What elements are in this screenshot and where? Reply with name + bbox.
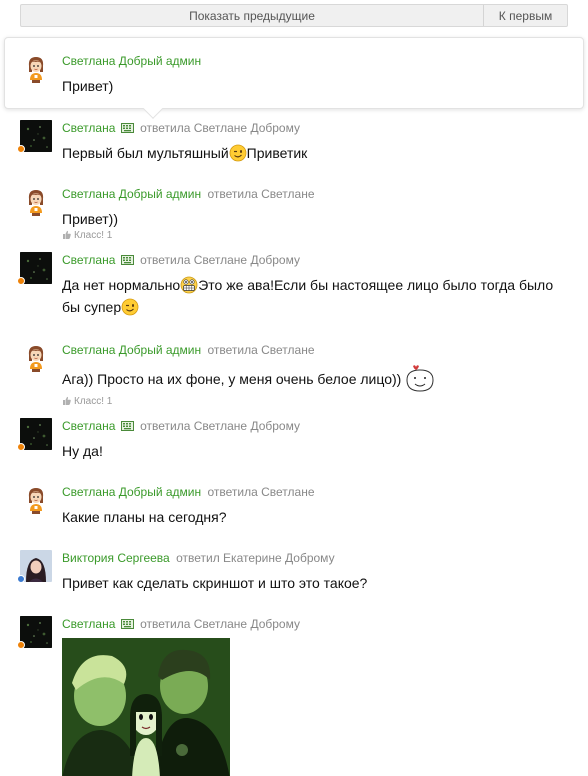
attached-photo[interactable] (62, 638, 230, 776)
online-status-dot (17, 145, 25, 153)
comment-text-part: Ага)) Просто на их фоне, у меня очень бе… (62, 371, 402, 387)
author-link[interactable]: Светлана (62, 121, 115, 135)
author-link[interactable]: Светлана (62, 419, 115, 433)
comment-header: Светлана ответила Светлане Доброму (62, 617, 300, 631)
replied-word: ответила (207, 187, 258, 201)
comment-header: Светлана Добрый админ (62, 54, 201, 68)
like-button[interactable]: Класс! 1 (62, 396, 112, 407)
girl-avatar-icon[interactable] (20, 186, 52, 218)
author-link[interactable]: Виктория Сергеева (62, 551, 170, 565)
kiss-smiley-icon (406, 365, 434, 392)
comment-text: Какие планы на сегодня? (62, 509, 227, 525)
pagination-bar: Показать предыдущие К первым (20, 4, 568, 27)
reply-target-link[interactable]: Светлане Доброму (194, 253, 300, 267)
comment-header: Светлана ответила Светлане Доброму (62, 121, 300, 135)
author-link[interactable]: Светлана Добрый админ (62, 54, 201, 68)
comment-text-part: Да нет нормально (62, 277, 181, 293)
keyboard-icon (120, 421, 134, 431)
reply-target-link[interactable]: Светлане Доброму (194, 617, 300, 631)
keyboard-icon (120, 255, 134, 265)
online-status-dot (17, 443, 25, 451)
like-count: Класс! 1 (74, 230, 113, 241)
author-link[interactable]: Светлана Добрый админ (62, 343, 201, 357)
author-link[interactable]: Светлана Добрый админ (62, 187, 201, 201)
thumb-up-icon (63, 396, 71, 405)
replied-word: ответила (140, 419, 191, 433)
comment-text-part: Приветик (246, 145, 308, 161)
girl-avatar-icon[interactable] (20, 53, 52, 85)
comment-text: Привет как сделать скриншот и што это та… (62, 575, 368, 591)
comment-header: Светлана Добрый админ ответила Светлане (62, 187, 315, 201)
comment-text: Первый был мультяшный Приветик (62, 142, 567, 164)
online-status-dot (17, 641, 25, 649)
comment-header: Светлана ответила Светлане Доброму (62, 253, 300, 267)
reply-target-link[interactable]: Светлане (261, 485, 314, 499)
comment-header: Светлана Добрый админ ответила Светлане (62, 485, 315, 499)
reply-target-link[interactable]: Светлане Доброму (194, 419, 300, 433)
reply-target-link[interactable]: Екатерине Доброму (223, 551, 335, 565)
wink-smiley-icon (229, 144, 247, 162)
comment-text: Привет)) (62, 211, 119, 227)
keyboard-icon (120, 123, 134, 133)
wink-smiley-icon (121, 298, 139, 316)
comment-header: Светлана ответила Светлане Доброму (62, 419, 300, 433)
keyboard-icon (120, 619, 134, 629)
comment-text: Да нет нормально Это же ава!Если бы насто… (62, 274, 567, 318)
replied-word: ответила (140, 253, 191, 267)
bubble-tail (143, 99, 163, 119)
replied-word: ответила (207, 485, 258, 499)
comment-header: Светлана Добрый админ ответила Светлане (62, 343, 315, 357)
replied-word: ответила (140, 121, 191, 135)
replied-word: ответил (176, 551, 220, 565)
online-status-dot (17, 277, 25, 285)
reply-target-link[interactable]: Светлане (261, 187, 314, 201)
comment-text: Ну да! (62, 443, 103, 459)
author-link[interactable]: Светлана Добрый админ (62, 485, 201, 499)
reply-target-link[interactable]: Светлане (261, 343, 314, 357)
replied-word: ответила (140, 617, 191, 631)
comment-text: Привет) (62, 78, 114, 94)
original-message-bubble (4, 37, 584, 119)
show-previous-button[interactable]: Показать предыдущие (21, 9, 483, 23)
to-first-button[interactable]: К первым (483, 5, 567, 26)
author-link[interactable]: Светлана (62, 617, 115, 631)
author-link[interactable]: Светлана (62, 253, 115, 267)
replied-word: ответила (207, 343, 258, 357)
comment-text: Ага)) Просто на их фоне, у меня очень бе… (62, 364, 567, 394)
comment-text-part: Первый был мультяшный (62, 145, 229, 161)
like-button[interactable]: Класс! 1 (62, 230, 112, 241)
grin-smiley-icon (180, 276, 198, 294)
mobile-online-dot (17, 575, 25, 583)
comment-header: Виктория Сергеева ответил Екатерине Добр… (62, 551, 335, 565)
girl-avatar-icon[interactable] (20, 484, 52, 516)
girl-avatar-icon[interactable] (20, 342, 52, 374)
reply-target-link[interactable]: Светлане Доброму (194, 121, 300, 135)
like-count: Класс! 1 (74, 396, 113, 407)
thumb-up-icon (63, 230, 71, 239)
